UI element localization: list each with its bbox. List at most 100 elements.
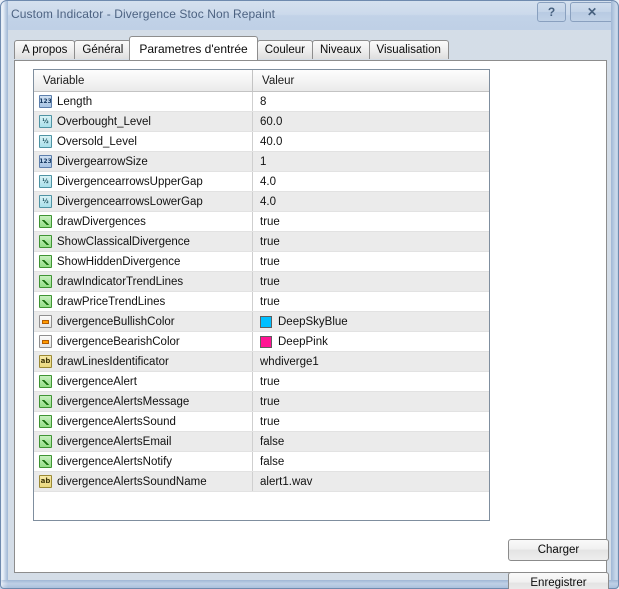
cell-variable[interactable]: divergenceAlert <box>34 372 253 391</box>
question-mark-icon: ? <box>547 5 556 19</box>
table-row[interactable]: divergenceBullishColor DeepSkyBlue <box>34 312 489 332</box>
bool-type-icon <box>39 415 52 428</box>
cell-value[interactable]: true <box>253 372 489 391</box>
color-type-icon <box>39 335 52 348</box>
cell-value[interactable]: 1 <box>253 152 489 171</box>
cell-variable[interactable]: divergenceBearishColor <box>34 332 253 351</box>
cell-variable[interactable]: ½ Oversold_Level <box>34 132 253 151</box>
value-text: true <box>260 235 280 248</box>
variable-name: drawLinesIdentificator <box>57 355 169 368</box>
cell-variable[interactable]: divergenceAlertsMessage <box>34 392 253 411</box>
title-bar: Custom Indicator - Divergence Stoc Non R… <box>0 0 619 30</box>
variable-name: divergenceAlert <box>57 375 137 388</box>
cell-variable[interactable]: divergenceAlertsNotify <box>34 452 253 471</box>
table-row[interactable]: ½ Overbought_Level 60.0 <box>34 112 489 132</box>
table-row[interactable]: ½ DivergencearrowsUpperGap 4.0 <box>34 172 489 192</box>
cell-value[interactable]: DeepPink <box>253 332 489 351</box>
variable-name: DivergencearrowsUpperGap <box>57 175 203 188</box>
value-text: 4.0 <box>260 175 276 188</box>
cell-variable[interactable]: ½ DivergencearrowsUpperGap <box>34 172 253 191</box>
table-row[interactable]: divergenceAlertsNotify false <box>34 452 489 472</box>
tab-general[interactable]: Général <box>74 40 132 59</box>
grid-header-row: Variable Valeur <box>34 70 489 92</box>
cell-value[interactable]: alert1.wav <box>253 472 489 491</box>
column-header-variable[interactable]: Variable <box>34 70 253 91</box>
cell-value[interactable]: 60.0 <box>253 112 489 131</box>
bool-type-icon <box>39 375 52 388</box>
table-row[interactable]: divergenceAlertsMessage true <box>34 392 489 412</box>
string-type-icon: ab <box>39 475 52 488</box>
column-header-value[interactable]: Valeur <box>253 70 489 91</box>
table-row[interactable]: divergenceAlertsSound true <box>34 412 489 432</box>
cell-variable[interactable]: divergenceBullishColor <box>34 312 253 331</box>
table-row[interactable]: ½ DivergencearrowsLowerGap 4.0 <box>34 192 489 212</box>
table-row[interactable]: ShowHiddenDivergence true <box>34 252 489 272</box>
cell-value[interactable]: true <box>253 292 489 311</box>
table-row[interactable]: drawIndicatorTrendLines true <box>34 272 489 292</box>
close-button[interactable]: ✕ <box>570 2 614 22</box>
table-row[interactable]: 123 DivergearrowSize 1 <box>34 152 489 172</box>
cell-value[interactable]: true <box>253 392 489 411</box>
cell-variable[interactable]: ShowClassicalDivergence <box>34 232 253 251</box>
variable-name: divergenceAlertsSound <box>57 415 176 428</box>
cell-value[interactable]: 4.0 <box>253 192 489 211</box>
cell-variable[interactable]: ab drawLinesIdentificator <box>34 352 253 371</box>
cell-value[interactable]: true <box>253 212 489 231</box>
cell-variable[interactable]: ab divergenceAlertsSoundName <box>34 472 253 491</box>
cell-variable[interactable]: drawDivergences <box>34 212 253 231</box>
table-row[interactable]: ab divergenceAlertsSoundName alert1.wav <box>34 472 489 492</box>
cell-variable[interactable]: divergenceAlertsSound <box>34 412 253 431</box>
table-row[interactable]: drawPriceTrendLines true <box>34 292 489 312</box>
cell-variable[interactable]: drawIndicatorTrendLines <box>34 272 253 291</box>
cell-variable[interactable]: 123 DivergearrowSize <box>34 152 253 171</box>
variable-name: drawPriceTrendLines <box>57 295 166 308</box>
table-row[interactable]: drawDivergences true <box>34 212 489 232</box>
cell-variable[interactable]: divergenceAlertsEmail <box>34 432 253 451</box>
cell-value[interactable]: true <box>253 412 489 431</box>
bool-type-icon <box>39 455 52 468</box>
cell-value[interactable]: 8 <box>253 92 489 111</box>
tab-parametres-entree[interactable]: Parametres d'entrée <box>129 36 258 60</box>
cell-value[interactable]: 40.0 <box>253 132 489 151</box>
cell-value[interactable]: 4.0 <box>253 172 489 191</box>
cell-value[interactable]: true <box>253 252 489 271</box>
cell-variable[interactable]: ½ DivergencearrowsLowerGap <box>34 192 253 211</box>
int-type-icon: 123 <box>39 155 52 168</box>
table-row[interactable]: ShowClassicalDivergence true <box>34 232 489 252</box>
value-text: 40.0 <box>260 135 283 148</box>
table-row[interactable]: ½ Oversold_Level 40.0 <box>34 132 489 152</box>
cell-value[interactable]: whdiverge1 <box>253 352 489 371</box>
tab-strip: A propos Général Parametres d'entrée Cou… <box>14 36 449 60</box>
cell-value[interactable]: false <box>253 432 489 451</box>
help-button[interactable]: ? <box>537 2 566 22</box>
variable-name: divergenceAlertsEmail <box>57 435 172 448</box>
value-text: DeepSkyBlue <box>278 315 348 328</box>
parameters-grid[interactable]: Variable Valeur 123 Length 8 ½ Overbought_Le… <box>33 69 490 521</box>
grid-body: 123 Length 8 ½ Overbought_Level 60.0 ½ Oversold… <box>34 92 489 492</box>
value-text: false <box>260 435 285 448</box>
window-frame-left <box>0 0 8 589</box>
window-title: Custom Indicator - Divergence Stoc Non R… <box>11 7 276 21</box>
int-type-icon: 123 <box>39 95 52 108</box>
tab-couleur[interactable]: Couleur <box>256 40 313 59</box>
table-row[interactable]: divergenceAlert true <box>34 372 489 392</box>
table-row[interactable]: 123 Length 8 <box>34 92 489 112</box>
cell-value[interactable]: DeepSkyBlue <box>253 312 489 331</box>
cell-value[interactable]: true <box>253 272 489 291</box>
tab-a-propos[interactable]: A propos <box>14 40 76 59</box>
double-type-icon: ½ <box>39 135 52 148</box>
save-button[interactable]: Enregistrer <box>508 572 609 589</box>
cell-value[interactable]: false <box>253 452 489 471</box>
load-button[interactable]: Charger <box>508 539 609 561</box>
tab-visualisation[interactable]: Visualisation <box>368 40 449 59</box>
table-row[interactable]: divergenceAlertsEmail false <box>34 432 489 452</box>
cell-variable[interactable]: drawPriceTrendLines <box>34 292 253 311</box>
cell-variable[interactable]: 123 Length <box>34 92 253 111</box>
tab-panel: Variable Valeur 123 Length 8 ½ Overbought_Le… <box>14 60 609 589</box>
tab-niveaux[interactable]: Niveaux <box>311 40 370 59</box>
cell-variable[interactable]: ½ Overbought_Level <box>34 112 253 131</box>
table-row[interactable]: ab drawLinesIdentificator whdiverge1 <box>34 352 489 372</box>
cell-variable[interactable]: ShowHiddenDivergence <box>34 252 253 271</box>
cell-value[interactable]: true <box>253 232 489 251</box>
table-row[interactable]: divergenceBearishColor DeepPink <box>34 332 489 352</box>
